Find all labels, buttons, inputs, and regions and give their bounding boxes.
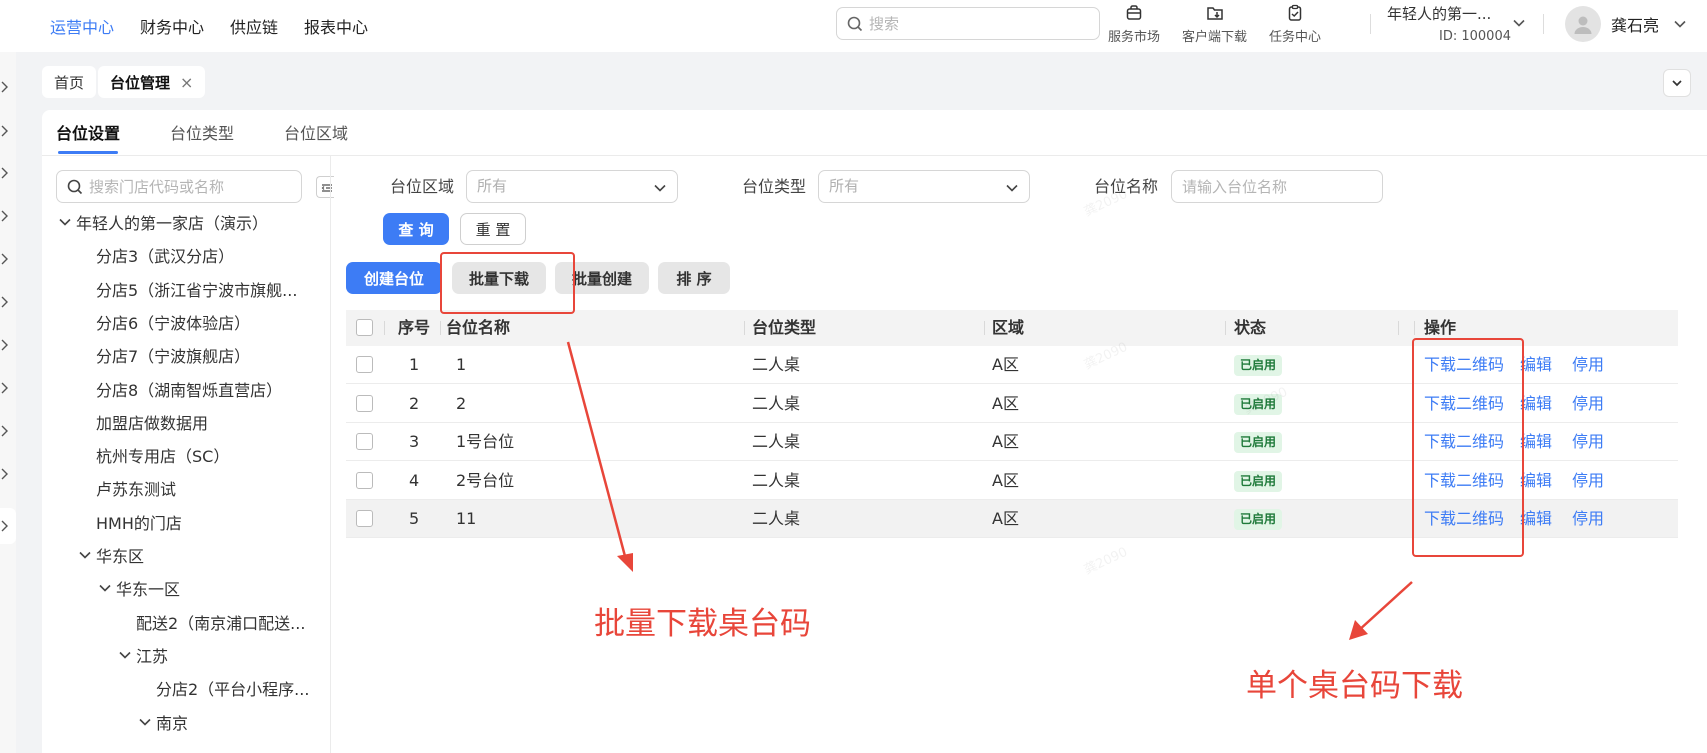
arrowhead: [617, 553, 633, 572]
arrow-line: [566, 341, 628, 561]
arrow-line: [1357, 581, 1413, 632]
annotation-batch-download: 批量下载桌台码: [594, 606, 811, 642]
annotation-single-download: 单个桌台码下载: [1246, 668, 1463, 704]
annotation-arrows: [566, 341, 1413, 640]
